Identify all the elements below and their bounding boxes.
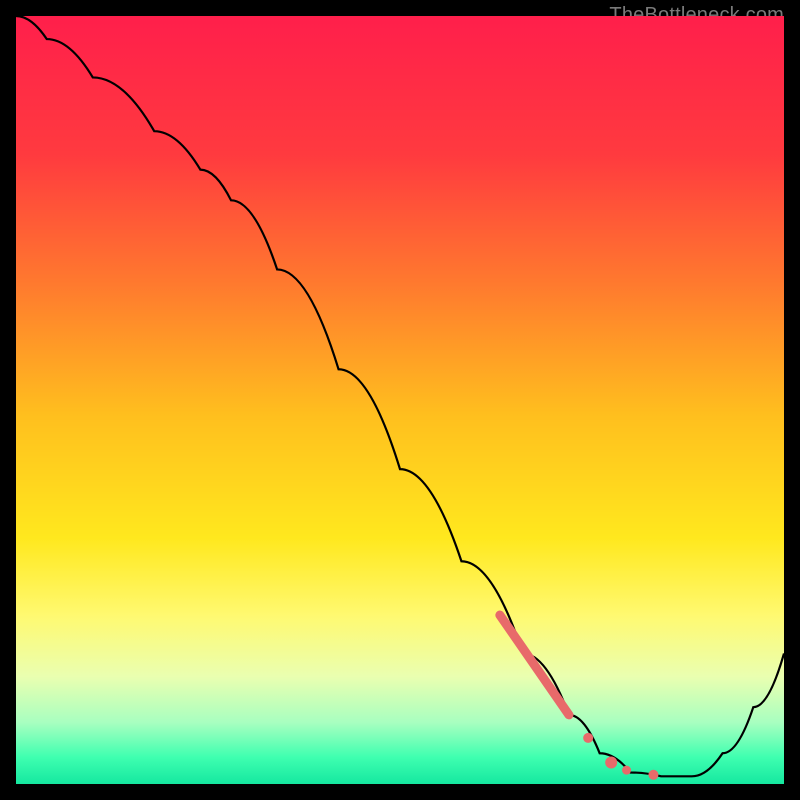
highlight-dot [648, 770, 658, 780]
chart-frame: TheBottleneck.com [16, 16, 784, 784]
gradient-background [16, 16, 784, 784]
highlight-dot [622, 766, 631, 775]
bottleneck-chart [16, 16, 784, 784]
highlight-dot [583, 733, 593, 743]
highlight-dot [605, 756, 617, 768]
